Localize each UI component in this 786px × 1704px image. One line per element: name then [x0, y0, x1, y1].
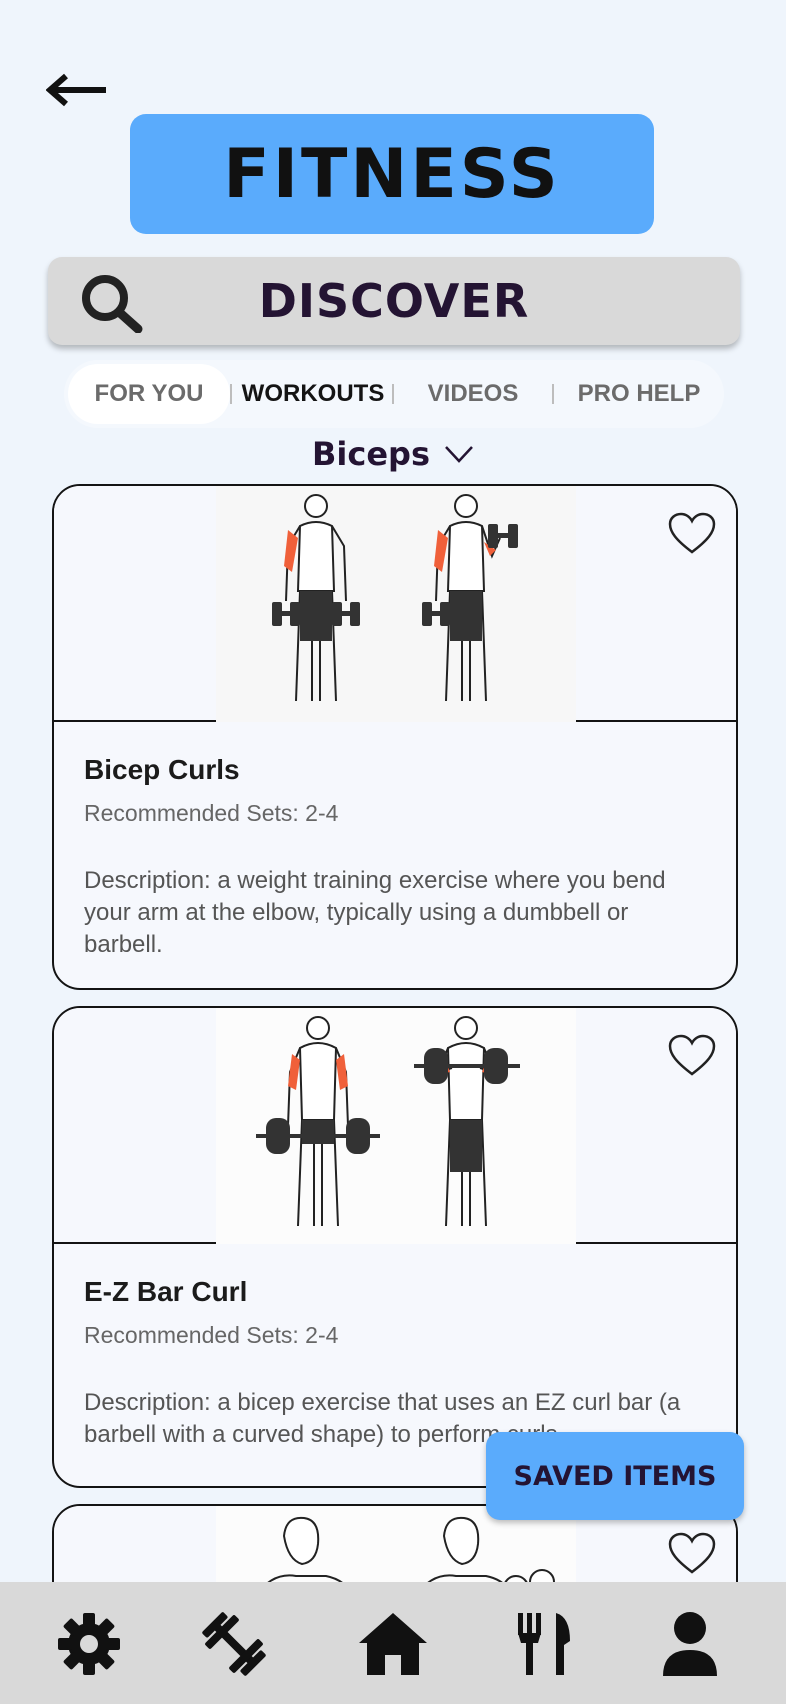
nav-settings[interactable]	[53, 1608, 125, 1680]
tab-divider	[392, 384, 394, 404]
tab-divider	[552, 384, 554, 404]
exercise-card[interactable]: Bicep Curls Recommended Sets: 2-4 Descri…	[52, 484, 738, 990]
chevron-down-icon	[445, 446, 473, 463]
tab-pro-help[interactable]: PRO HELP	[560, 364, 718, 424]
exercise-illustration	[216, 486, 576, 722]
filter-label: Biceps	[312, 435, 430, 473]
exercise-description: Description: a weight training exercise …	[84, 867, 666, 958]
tab-workouts[interactable]: WORKOUTS	[236, 364, 390, 424]
nav-home[interactable]	[357, 1608, 429, 1680]
exercise-illustration	[216, 1008, 576, 1244]
exercise-image-area	[54, 1008, 736, 1244]
tab-label: WORKOUTS	[241, 380, 385, 407]
home-icon	[359, 1613, 427, 1675]
person-icon	[663, 1612, 717, 1676]
search-bar[interactable]: DISCOVER	[48, 257, 740, 345]
arrow-left-icon	[46, 73, 106, 107]
nav-nutrition[interactable]	[508, 1608, 580, 1680]
exercise-name: E-Z Bar Curl	[84, 1276, 248, 1307]
tab-divider	[230, 384, 232, 404]
tab-videos[interactable]: VIDEOS	[404, 364, 542, 424]
search-label: DISCOVER	[258, 274, 530, 328]
page-title: FITNESS	[223, 134, 561, 214]
bottom-nav	[0, 1582, 786, 1704]
exercise-image-area	[54, 486, 736, 722]
exercise-details: Bicep Curls Recommended Sets: 2-4 Descri…	[54, 722, 736, 961]
category-tabs: FOR YOU WORKOUTS VIDEOS PRO HELP	[64, 360, 724, 428]
fork-knife-icon	[518, 1613, 570, 1675]
tab-for-you[interactable]: FOR YOU	[68, 364, 230, 424]
exercise-card[interactable]: E-Z Bar Curl Recommended Sets: 2-4 Descr…	[52, 1006, 738, 1488]
app-title-banner: FITNESS	[130, 114, 654, 234]
exercise-details: E-Z Bar Curl Recommended Sets: 2-4 Descr…	[54, 1244, 736, 1451]
tab-label: VIDEOS	[427, 380, 519, 407]
exercise-name: Bicep Curls	[84, 754, 240, 785]
tab-label: PRO HELP	[577, 380, 701, 407]
nav-workouts[interactable]	[198, 1608, 270, 1680]
tab-label: FOR YOU	[94, 380, 204, 407]
muscle-filter-dropdown[interactable]: Biceps	[0, 432, 786, 476]
saved-items-button[interactable]: SAVED ITEMS	[486, 1432, 744, 1520]
heart-icon[interactable]	[668, 1532, 716, 1576]
nav-profile[interactable]	[654, 1608, 726, 1680]
search-icon	[82, 275, 143, 333]
heart-icon[interactable]	[668, 512, 716, 556]
dumbbell-icon	[202, 1612, 266, 1676]
gear-icon	[58, 1613, 120, 1675]
heart-icon[interactable]	[668, 1034, 716, 1078]
back-button[interactable]	[46, 70, 110, 110]
exercise-sets: Recommended Sets: 2-4	[84, 800, 339, 826]
saved-items-label: SAVED ITEMS	[513, 1460, 717, 1492]
exercise-sets: Recommended Sets: 2-4	[84, 1322, 339, 1348]
